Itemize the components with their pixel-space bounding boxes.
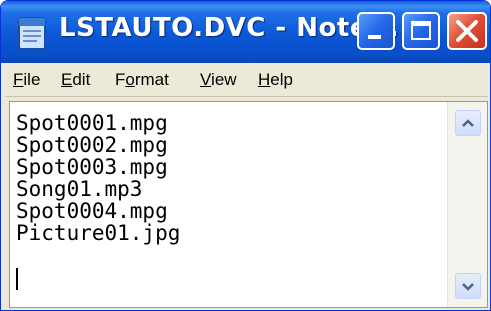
menu-help-label: Help xyxy=(258,70,293,89)
menu-edit-label: Edit xyxy=(61,70,91,89)
text-editor[interactable]: Spot0001.mpg Spot0002.mpg Spot0003.mpg S… xyxy=(9,101,488,308)
chevron-up-icon xyxy=(462,119,474,127)
minimize-button[interactable] xyxy=(357,12,395,50)
notepad-window: LSTAUTO.DVC - Note... File Edit Format V… xyxy=(0,0,491,311)
minimize-icon xyxy=(368,35,381,39)
menu-file[interactable]: File xyxy=(13,69,40,91)
title-bar[interactable]: LSTAUTO.DVC - Note... xyxy=(1,1,490,63)
menu-bar: File Edit Format View Help xyxy=(5,63,488,97)
maximize-icon xyxy=(411,21,431,40)
close-button[interactable] xyxy=(447,12,487,50)
menu-view-label: View xyxy=(200,70,237,89)
text-line: Spot0002.mpg xyxy=(16,133,168,157)
menu-edit[interactable]: Edit xyxy=(61,69,90,91)
scroll-down-button[interactable] xyxy=(455,273,481,299)
text-line: Spot0004.mpg xyxy=(16,199,168,223)
text-line: Picture01.jpg xyxy=(16,221,181,245)
menu-view[interactable]: View xyxy=(200,69,237,91)
window-title: LSTAUTO.DVC - Note... xyxy=(59,13,400,43)
vertical-scrollbar[interactable] xyxy=(447,102,487,307)
menu-format-label: Format xyxy=(115,70,169,89)
notepad-icon xyxy=(18,17,46,50)
chevron-down-icon xyxy=(462,283,474,291)
maximize-button[interactable] xyxy=(402,12,440,50)
document-text[interactable]: Spot0001.mpg Spot0002.mpg Spot0003.mpg S… xyxy=(16,112,436,302)
text-caret xyxy=(16,268,18,290)
scroll-up-button[interactable] xyxy=(455,110,481,136)
text-line: Spot0001.mpg xyxy=(16,111,168,135)
text-line: Spot0003.mpg xyxy=(16,155,168,179)
menu-format[interactable]: Format xyxy=(115,69,169,91)
close-icon xyxy=(456,20,478,42)
menu-file-label: File xyxy=(13,70,41,89)
text-line: Song01.mp3 xyxy=(16,177,143,201)
menu-help[interactable]: Help xyxy=(258,69,293,91)
